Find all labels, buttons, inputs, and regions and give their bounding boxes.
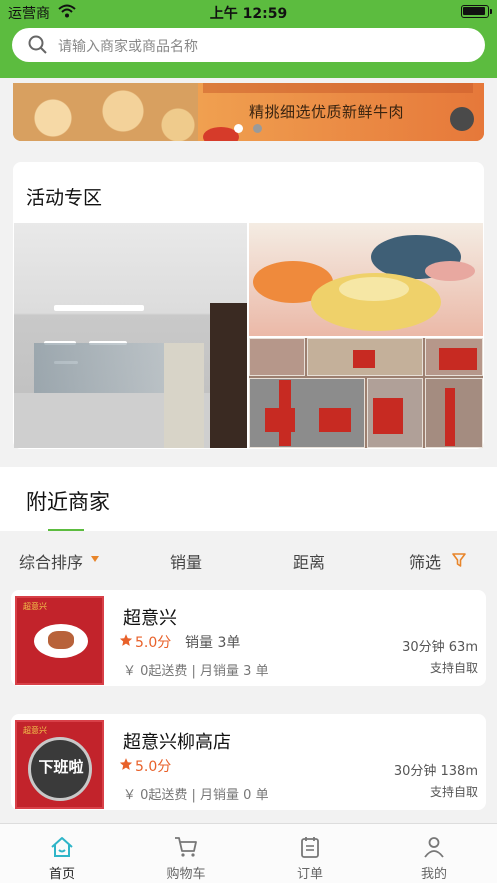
shop-pickup: 支持自取 xyxy=(429,785,478,799)
banner-tagline: 精挑细选优质新鲜牛肉 xyxy=(249,103,405,121)
activity-image-cookware[interactable] xyxy=(249,223,483,336)
activity-image-office[interactable] xyxy=(14,223,247,448)
funnel-icon[interactable] xyxy=(452,552,466,572)
shop-name: 超意兴 xyxy=(123,608,177,629)
star-icon xyxy=(119,757,133,775)
search-input[interactable]: 请输入商家或商品名称 xyxy=(12,28,485,62)
activity-image-installation[interactable] xyxy=(249,338,483,448)
star-icon xyxy=(119,633,133,651)
tab-home[interactable]: 首页 xyxy=(0,824,124,883)
caret-down-icon xyxy=(91,556,99,562)
nearby-title: 附近商家 xyxy=(26,490,110,514)
dish-image xyxy=(48,631,74,649)
shop-logo: 超意兴 下班啦 xyxy=(15,720,104,809)
search-placeholder: 请输入商家或商品名称 xyxy=(58,39,198,55)
home-icon xyxy=(50,836,74,862)
tab-cart-label: 购物车 xyxy=(166,867,206,882)
filter-button[interactable]: 筛选 xyxy=(409,549,441,573)
shop-name: 超意兴柳高店 xyxy=(123,732,231,753)
shop-logo: 超意兴 xyxy=(15,596,104,685)
rating-value: 5.0分 xyxy=(135,635,172,651)
battery-icon xyxy=(461,5,492,18)
banner-food-image xyxy=(13,83,198,141)
clipboard-icon xyxy=(298,836,322,862)
shop-pickup: 支持自取 xyxy=(429,661,478,675)
shop-rating: 5.0分 xyxy=(119,756,171,776)
sort-distance[interactable]: 距离 xyxy=(293,549,325,573)
filter-bar: 综合排序 销量 距离 筛选 xyxy=(0,531,497,591)
sort-sales[interactable]: 销量 xyxy=(170,549,202,573)
nearby-section-header: 附近商家 xyxy=(0,467,497,532)
closed-label: 下班啦 xyxy=(38,758,84,776)
grinder-image xyxy=(450,107,474,131)
shop-logo-brand: 超意兴 xyxy=(23,602,47,611)
tab-home-label: 首页 xyxy=(48,867,75,882)
user-icon xyxy=(422,836,446,862)
status-bar: 运营商 上午 12:59 xyxy=(0,0,497,24)
shop-fee: ￥ 0起送费 | 月销量 0 单 xyxy=(123,788,269,803)
shop-sales: 销量 3单 xyxy=(185,635,241,651)
cart-icon xyxy=(174,836,198,862)
tab-profile-label: 我的 xyxy=(420,867,447,882)
filter-label: 筛选 xyxy=(409,553,442,572)
sort-label: 综合排序 xyxy=(19,553,84,572)
tab-cart[interactable]: 购物车 xyxy=(124,824,248,883)
shop-fee: ￥ 0起送费 | 月销量 3 单 xyxy=(123,664,269,679)
shop-card[interactable]: 超意兴 下班啦 超意兴柳高店 5.0分 ￥ 0起送费 | 月销量 0 单 30分… xyxy=(11,714,486,810)
rating-value: 5.0分 xyxy=(135,759,172,775)
activity-section: 活动专区 xyxy=(13,162,484,449)
clock: 上午 12:59 xyxy=(209,6,288,22)
sales-label: 销量 xyxy=(170,553,203,572)
tab-orders[interactable]: 订单 xyxy=(248,824,372,883)
tab-profile[interactable]: 我的 xyxy=(372,824,496,883)
bottom-tab-bar: 首页 购物车 订单 我的 xyxy=(0,823,497,883)
sort-comprehensive[interactable]: 综合排序 xyxy=(19,549,99,573)
promo-banner[interactable]: 精挑细选优质新鲜牛肉 xyxy=(13,83,484,141)
main-scroll[interactable]: 精挑细选优质新鲜牛肉 活动专区 附近商家 综合排序 销量 距离 筛选 超意兴 超… xyxy=(0,78,497,823)
distance-label: 距离 xyxy=(293,553,326,572)
search-icon xyxy=(28,35,48,59)
activity-title: 活动专区 xyxy=(26,187,103,209)
carousel-dot[interactable] xyxy=(253,124,262,133)
tab-orders-label: 订单 xyxy=(296,867,323,882)
shop-distance: 30分钟 63m xyxy=(402,640,478,655)
shop-rating: 5.0分 xyxy=(119,632,171,652)
shop-distance: 30分钟 138m xyxy=(393,764,478,779)
carousel-dot-active[interactable] xyxy=(234,124,243,133)
top-header: 运营商 上午 12:59 请输入商家或商品名称 xyxy=(0,0,497,78)
shop-logo-brand: 超意兴 xyxy=(23,726,47,735)
shop-card[interactable]: 超意兴 超意兴 5.0分 销量 3单 ￥ 0起送费 | 月销量 3 单 30分钟… xyxy=(11,590,486,686)
